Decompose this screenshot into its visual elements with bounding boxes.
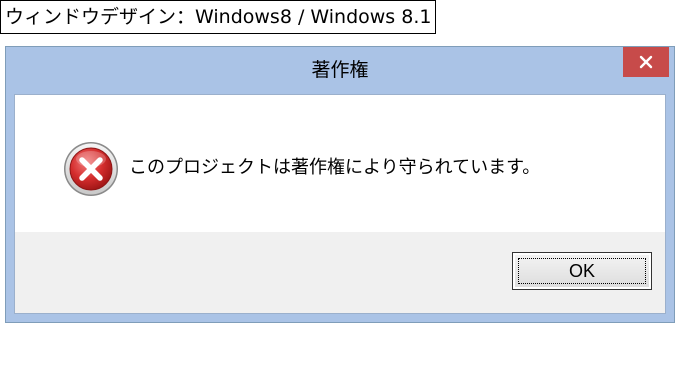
dialog-title: 著作権 xyxy=(311,59,369,81)
close-icon xyxy=(639,55,653,69)
error-icon xyxy=(64,142,118,196)
caption-label: ウィンドウデザイン：Windows8 / Windows 8.1 xyxy=(0,0,437,34)
dialog-window: 著作権 このプロジェクトは著作権により守られています。 OK xyxy=(5,46,675,323)
close-button[interactable] xyxy=(623,47,669,77)
title-bar[interactable]: 著作権 xyxy=(6,47,674,95)
message-area: このプロジェクトは著作権により守られています。 xyxy=(15,95,665,232)
dialog-body: このプロジェクトは著作権により守られています。 OK xyxy=(14,94,666,314)
ok-button-label: OK xyxy=(568,260,595,281)
message-text: このプロジェクトは著作権により守られています。 xyxy=(129,157,541,178)
ok-button[interactable]: OK xyxy=(512,252,652,290)
